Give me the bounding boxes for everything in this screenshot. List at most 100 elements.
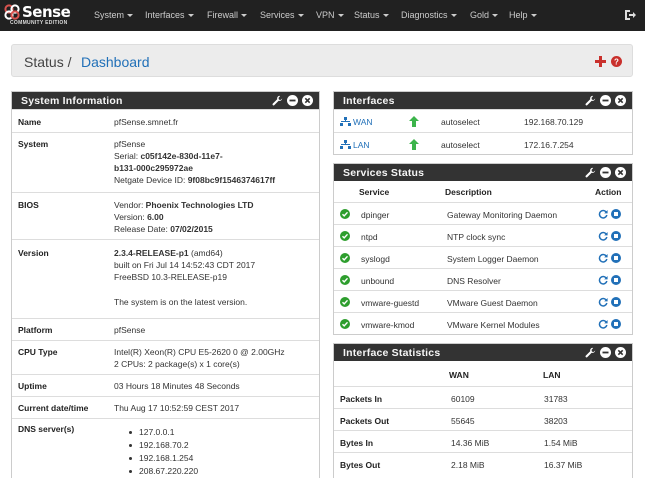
- brand-name: Sense: [22, 3, 71, 21]
- row-label: CPU Type: [18, 347, 58, 357]
- restart-icon[interactable]: [598, 253, 608, 263]
- lan-value: 38203: [544, 416, 568, 426]
- restart-icon[interactable]: [598, 275, 608, 285]
- help-icon[interactable]: ?: [611, 56, 622, 67]
- add-widget-icon[interactable]: [595, 56, 606, 67]
- table-row: dpinger Gateway Monitoring Daemon: [334, 202, 632, 224]
- nav-vpn[interactable]: VPN: [316, 10, 344, 20]
- row-label: Platform: [18, 325, 53, 335]
- row-label: Current date/time: [18, 403, 89, 413]
- row-label: Packets Out: [340, 416, 390, 426]
- restart-icon[interactable]: [598, 209, 608, 219]
- breadcrumb-dashboard-link[interactable]: Dashboard: [81, 54, 150, 70]
- check-circle-icon: [340, 231, 350, 241]
- platform-value: pfSense: [114, 325, 146, 335]
- nav-diagnostics[interactable]: Diagnostics: [401, 10, 457, 20]
- minimize-icon[interactable]: [600, 95, 611, 106]
- panel-header: Interfaces: [334, 92, 632, 109]
- cpu-count: 2 CPUs: 2 package(s) x 1 core(s): [114, 359, 240, 369]
- interface-ip: 192.168.70.129: [524, 117, 584, 127]
- nav-interfaces[interactable]: Interfaces: [145, 10, 194, 20]
- table-row: Platform pfSense: [12, 318, 319, 340]
- wrench-icon[interactable]: [585, 347, 596, 358]
- arrow-up-icon: [409, 116, 419, 127]
- nav-help[interactable]: Help: [509, 10, 537, 20]
- logout-icon[interactable]: [624, 9, 636, 21]
- wrench-icon[interactable]: [585, 95, 596, 106]
- system-name: pfSense: [114, 139, 146, 149]
- row-label: System: [18, 139, 49, 149]
- dns-server: 208.67.220.220: [139, 466, 199, 476]
- services-status-panel: Services Status Service Description Acti…: [333, 163, 633, 335]
- wan-value: 2.18 MiB: [451, 460, 485, 470]
- table-row: ntpd NTP clock sync: [334, 224, 632, 246]
- close-icon[interactable]: [302, 95, 313, 106]
- nav-system[interactable]: System: [94, 10, 134, 20]
- interface-link-wan[interactable]: WAN: [353, 117, 373, 127]
- breadcrumb: Status / Dashboard ?: [11, 44, 633, 77]
- table-row: vmware-guestd VMware Guest Daemon: [334, 290, 632, 312]
- caret-down-icon: [530, 14, 537, 18]
- table-row: CPU Type Intel(R) Xeon(R) CPU E5-2620 0 …: [12, 340, 319, 374]
- interface-link-lan[interactable]: LAN: [353, 140, 370, 150]
- caret-down-icon: [241, 14, 248, 18]
- column-header: WAN: [449, 370, 469, 380]
- wrench-icon[interactable]: [585, 167, 596, 178]
- service-name: vmware-guestd: [361, 298, 420, 308]
- interface-statistics-panel: Interface Statistics WAN LAN Packets In …: [333, 343, 633, 478]
- row-label: Name: [18, 117, 42, 127]
- service-name: vmware-kmod: [361, 320, 415, 330]
- arrow-up-icon: [409, 139, 419, 150]
- stop-icon[interactable]: [611, 209, 621, 219]
- dns-server: 192.168.70.2: [139, 440, 189, 450]
- nav-firewall[interactable]: Firewall: [207, 10, 248, 20]
- table-row: Version 2.3.4-RELEASE-p1 (amd64) built o…: [12, 239, 319, 318]
- column-header: Description: [445, 187, 492, 197]
- column-header: LAN: [543, 370, 561, 380]
- serial-line: Serial: c05f142e-830d-11e7-: [114, 151, 223, 161]
- service-description: NTP clock sync: [447, 232, 506, 242]
- table-row: syslogd System Logger Daemon: [334, 246, 632, 268]
- brand-logo[interactable]: Sense COMMUNITY EDITION: [4, 3, 82, 29]
- stop-icon[interactable]: [611, 231, 621, 241]
- lan-value: 16.37 MiB: [544, 460, 583, 470]
- caret-down-icon: [337, 14, 344, 18]
- nav-gold[interactable]: Gold: [470, 10, 499, 20]
- wan-value: 55645: [451, 416, 475, 426]
- interface-media: autoselect: [441, 117, 480, 127]
- service-description: VMware Kernel Modules: [447, 320, 540, 330]
- stop-icon[interactable]: [611, 253, 621, 263]
- minimize-icon[interactable]: [600, 167, 611, 178]
- service-description: Gateway Monitoring Daemon: [447, 210, 558, 220]
- bullet: [129, 457, 132, 460]
- uptime-value: 03 Hours 18 Minutes 48 Seconds: [114, 381, 240, 391]
- minimize-icon[interactable]: [287, 95, 298, 106]
- bios-version: Version: 6.00: [114, 212, 164, 222]
- close-icon[interactable]: [615, 95, 626, 106]
- panel-title: Services Status: [343, 167, 425, 179]
- table-row: Bytes In 14.36 MiB 1.54 MiB: [334, 430, 632, 452]
- wrench-icon[interactable]: [272, 95, 283, 106]
- minimize-icon[interactable]: [600, 347, 611, 358]
- bullet: [129, 431, 132, 434]
- close-icon[interactable]: [615, 167, 626, 178]
- pfsense-logo-icon: [4, 4, 20, 20]
- panel-title: System Information: [21, 95, 123, 107]
- nav-status[interactable]: Status: [354, 10, 389, 20]
- stop-icon[interactable]: [611, 319, 621, 329]
- restart-icon[interactable]: [598, 297, 608, 307]
- cpu-model: Intel(R) Xeon(R) CPU E5-2620 0 @ 2.00GHz: [114, 347, 285, 357]
- restart-icon[interactable]: [598, 319, 608, 329]
- bios-release-date: Release Date: 07/02/2015: [114, 224, 213, 234]
- service-description: System Logger Daemon: [447, 254, 539, 264]
- lan-value: 31783: [544, 394, 568, 404]
- table-row: Packets Out 55645 38203: [334, 408, 632, 430]
- update-status: The system is on the latest version.: [114, 297, 248, 307]
- service-name: ntpd: [361, 232, 378, 242]
- restart-icon[interactable]: [598, 231, 608, 241]
- stop-icon[interactable]: [611, 297, 621, 307]
- stop-icon[interactable]: [611, 275, 621, 285]
- panel-header: Interface Statistics: [334, 344, 632, 361]
- nav-services[interactable]: Services: [260, 10, 304, 20]
- close-icon[interactable]: [615, 347, 626, 358]
